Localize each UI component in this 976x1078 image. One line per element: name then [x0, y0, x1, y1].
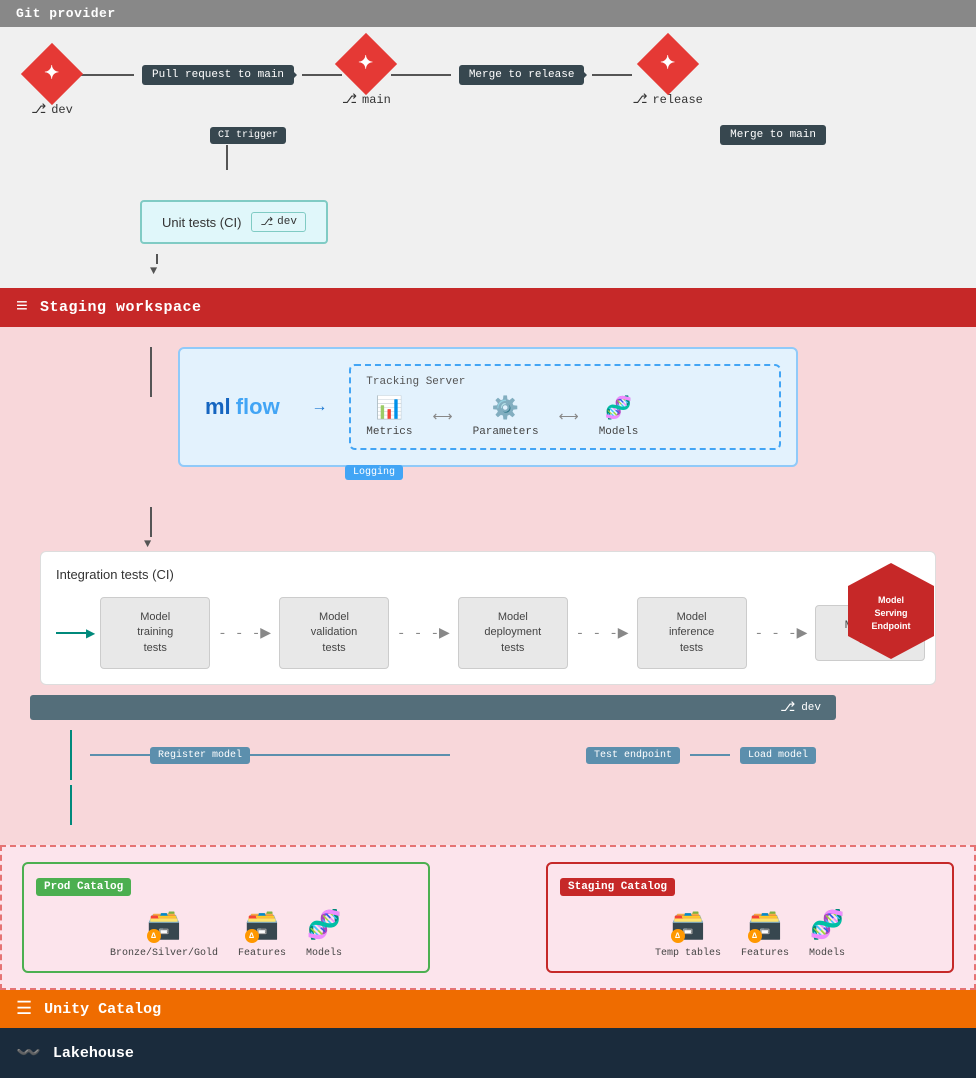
- dev-branch-bar: ⎇ dev: [30, 695, 836, 720]
- unity-catalog-icon: ☰: [16, 998, 32, 1020]
- load-model-label: Load model: [740, 747, 816, 764]
- arrow-2: - - -▶: [397, 625, 450, 642]
- temp-tables-item: 🗃️ Δ Temp tables: [655, 908, 721, 959]
- test-box-deployment: Modeldeploymenttests: [458, 597, 568, 669]
- model-serving-endpoint: Model Serving Endpoint: [846, 561, 936, 661]
- ci-trigger-label: CI trigger: [210, 127, 286, 144]
- staging-features-item: 🗃️ Δ Features: [741, 908, 789, 959]
- staging-icon: ≡: [16, 296, 28, 319]
- pull-request-arrow: Pull request to main: [142, 65, 294, 85]
- test-box-training: Modeltrainingtests: [100, 597, 210, 669]
- dev-branch-label: dev: [801, 702, 821, 714]
- git-provider-bar: Git provider: [0, 0, 976, 27]
- logging-badge: Logging: [345, 465, 403, 480]
- metrics-item: 📊 Metrics: [366, 396, 412, 438]
- catalog-section: Prod Catalog 🗃️ Δ Bronze/Silver/Gold 🗃️: [0, 845, 976, 990]
- release-branch-label: release: [652, 93, 702, 107]
- prod-models-item: 🧬 Models: [306, 908, 342, 959]
- dev-branch-label: dev: [51, 103, 73, 117]
- staging-catalog-title: Staging Catalog: [560, 878, 675, 896]
- lakehouse-label: Lakehouse: [53, 1045, 134, 1062]
- lakehouse-icon: 〰️: [16, 1040, 41, 1066]
- models-item: 🧬 Models: [599, 396, 639, 438]
- unit-tests-branch: dev: [277, 216, 297, 228]
- main-wrapper: Git provider ✦ ⎇ dev Pull request to: [0, 0, 976, 1078]
- integration-tests-box: Integration tests (CI) ▶ Modeltrainingte…: [40, 551, 936, 685]
- staging-workspace-header: ≡ Staging workspace: [0, 288, 976, 327]
- merge-to-release-arrow: Merge to release: [459, 65, 585, 85]
- test-box-inference: Modelinferencetests: [637, 597, 747, 669]
- svg-text:Endpoint: Endpoint: [872, 621, 911, 631]
- register-model-label: Register model: [150, 747, 250, 764]
- bronze-silver-gold-item: 🗃️ Δ Bronze/Silver/Gold: [110, 908, 218, 959]
- merge-to-main-label: Merge to main: [720, 125, 826, 145]
- top-area: ✦ ⎇ dev Pull request to main ✦: [0, 27, 976, 288]
- prod-features-item: 🗃️ Δ Features: [238, 908, 286, 959]
- test-endpoint-label: Test endpoint: [586, 747, 680, 764]
- prod-catalog: Prod Catalog 🗃️ Δ Bronze/Silver/Gold 🗃️: [22, 862, 430, 973]
- main-diamond: ✦: [335, 33, 397, 95]
- arrow-4: - - -▶: [755, 625, 808, 642]
- git-provider-label: Git provider: [16, 6, 116, 21]
- mlflow-logo: mlflow: [195, 389, 290, 425]
- staging-models-item: 🧬 Models: [809, 908, 845, 959]
- staging-workspace-label: Staging workspace: [40, 299, 202, 316]
- unit-tests-box: Unit tests (CI) ⎇ dev: [140, 200, 328, 244]
- integration-tests-title: Integration tests (CI): [56, 567, 920, 582]
- arrow-1: - - -▶: [218, 625, 271, 642]
- unit-tests-label: Unit tests (CI): [162, 215, 241, 230]
- arrow-3: - - -▶: [576, 625, 629, 642]
- unity-catalog-bar: ☰ Unity Catalog: [0, 990, 976, 1028]
- tracking-server-box: Tracking Server 📊 Metrics ⟷ ⚙️ Parameter…: [349, 364, 781, 450]
- parameters-item: ⚙️ Parameters: [473, 396, 539, 438]
- dev-diamond: ✦: [21, 43, 83, 105]
- test-steps: Modeltrainingtests - - -▶ Modelvalidatio…: [100, 597, 920, 669]
- mlflow-section: Logging mlflow → Tracking Server: [178, 347, 798, 467]
- svg-text:Model: Model: [878, 595, 904, 605]
- prod-catalog-title: Prod Catalog: [36, 878, 131, 896]
- staging-content: Logging mlflow → Tracking Server: [0, 327, 976, 845]
- staging-catalog: Staging Catalog 🗃️ Δ Temp tables 🗃️: [546, 862, 954, 973]
- test-box-validation: Modelvalidationtests: [279, 597, 389, 669]
- svg-text:Serving: Serving: [874, 608, 907, 618]
- unity-catalog-label: Unity Catalog: [44, 1001, 161, 1018]
- release-diamond: ✦: [637, 33, 699, 95]
- tracking-server-title: Tracking Server: [366, 376, 764, 388]
